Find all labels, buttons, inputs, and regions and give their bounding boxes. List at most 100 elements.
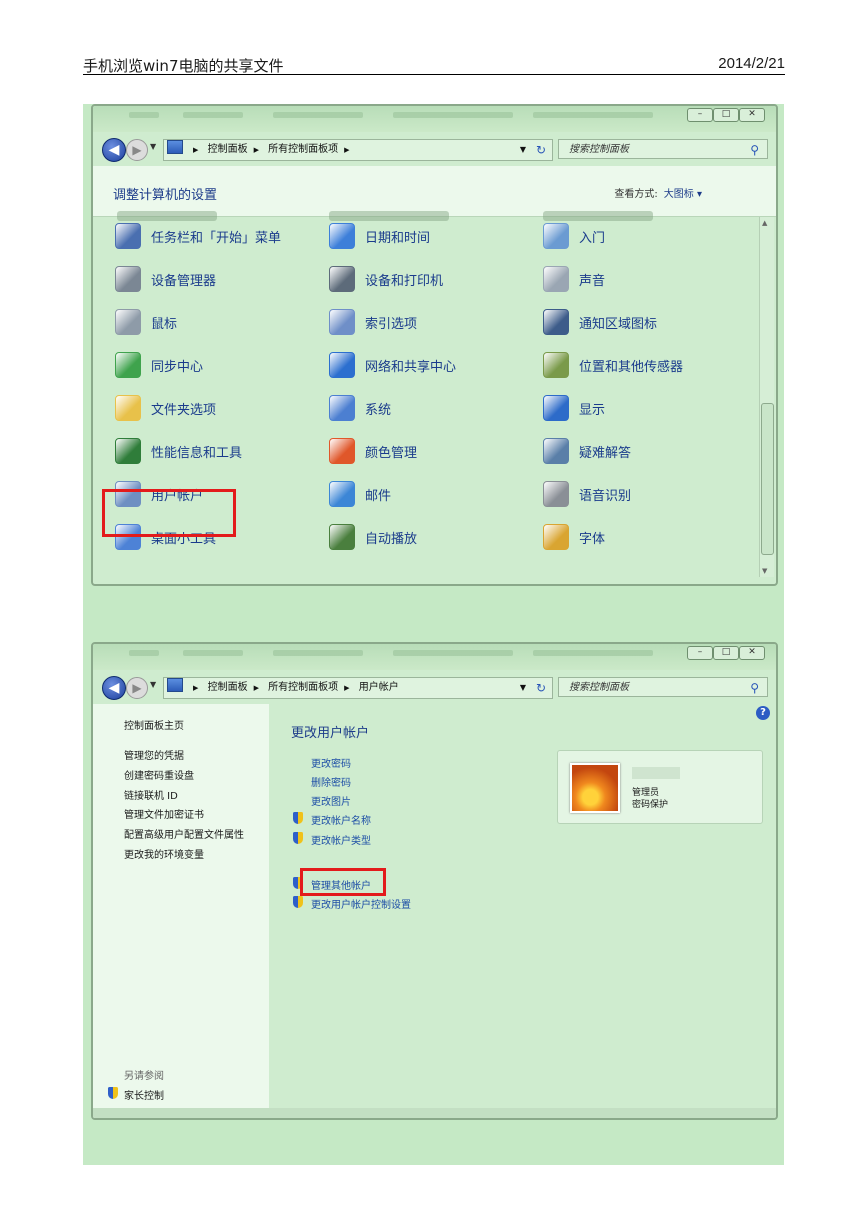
control-panel-item[interactable]: 鼠标 bbox=[115, 307, 177, 337]
control-panel-item[interactable]: 声音 bbox=[543, 264, 605, 294]
search-input[interactable]: 搜索控制面板 ⚲ bbox=[558, 139, 768, 159]
control-panel-item-icon bbox=[543, 223, 569, 249]
refresh-icon[interactable]: ↻ bbox=[536, 678, 546, 698]
control-panel-item[interactable]: 显示 bbox=[543, 393, 605, 423]
control-panel-item-icon bbox=[115, 223, 141, 249]
parental-controls-link[interactable]: 家长控制 bbox=[124, 1087, 164, 1102]
header-strip: 调整计算机的设置 查看方式: 大图标 ▾ bbox=[93, 166, 776, 217]
search-input[interactable]: 搜索控制面板 ⚲ bbox=[558, 677, 768, 697]
breadcrumb-all-items[interactable]: 所有控制面板项 bbox=[268, 144, 338, 155]
close-button[interactable]: ✕ bbox=[739, 108, 765, 122]
maximize-button[interactable]: □ bbox=[713, 646, 739, 660]
account-name-blurred bbox=[632, 767, 680, 779]
forward-arrow-icon[interactable]: ▶ bbox=[126, 139, 148, 161]
address-dropdown-icon[interactable]: ▼ bbox=[520, 678, 526, 698]
control-panel-item[interactable]: 性能信息和工具 bbox=[115, 436, 242, 466]
history-dropdown-icon[interactable]: ▼ bbox=[150, 680, 156, 689]
control-panel-item[interactable]: 自动播放 bbox=[329, 522, 417, 552]
control-panel-item[interactable]: 邮件 bbox=[329, 479, 391, 509]
shield-icon bbox=[293, 812, 303, 824]
scroll-thumb[interactable] bbox=[761, 403, 774, 555]
control-panel-item-icon bbox=[329, 524, 355, 550]
control-panel-item-icon bbox=[329, 481, 355, 507]
sidebar: 控制面板主页 管理您的凭据 创建密码重设盘 链接联机 ID 管理文件加密证书 配… bbox=[93, 704, 269, 1118]
highlight-manage-other-accounts bbox=[300, 868, 386, 896]
history-dropdown-icon[interactable]: ▼ bbox=[150, 142, 156, 151]
minimize-button[interactable]: – bbox=[687, 108, 713, 122]
title-bar: – □ ✕ bbox=[93, 106, 776, 132]
forward-arrow-icon[interactable]: ▶ bbox=[126, 677, 148, 699]
control-panel-item[interactable]: 位置和其他传感器 bbox=[543, 350, 683, 380]
maximize-button[interactable]: □ bbox=[713, 108, 739, 122]
help-icon[interactable]: ? bbox=[756, 706, 770, 720]
shield-icon bbox=[293, 832, 303, 844]
control-panel-item-label: 任务栏和「开始」菜单 bbox=[151, 230, 282, 246]
search-icon[interactable]: ⚲ bbox=[750, 140, 759, 160]
breadcrumb-control-panel[interactable]: 控制面板 bbox=[208, 144, 248, 155]
scroll-down-icon[interactable]: ▼ bbox=[762, 567, 767, 575]
control-panel-item[interactable]: 日期和时间 bbox=[329, 221, 430, 251]
control-panel-item[interactable]: 系统 bbox=[329, 393, 391, 423]
sidebar-link-credentials[interactable]: 管理您的凭据 bbox=[124, 747, 184, 762]
control-panel-item[interactable]: 设备和打印机 bbox=[329, 264, 443, 294]
control-panel-item[interactable]: 通知区域图标 bbox=[543, 307, 657, 337]
view-by-dropdown[interactable]: 大图标 ▾ bbox=[664, 189, 702, 200]
scroll-up-icon[interactable]: ▲ bbox=[762, 219, 767, 227]
control-panel-item-icon bbox=[115, 395, 141, 421]
control-panel-item-label: 设备管理器 bbox=[151, 273, 217, 289]
change-account-name-link[interactable]: 更改帐户名称 bbox=[311, 812, 371, 827]
vertical-scrollbar[interactable]: ▲ ▼ bbox=[759, 217, 774, 577]
document-header: 手机浏览win7电脑的共享文件 2014/2/21 bbox=[83, 55, 785, 75]
control-panel-item[interactable]: 颜色管理 bbox=[329, 436, 417, 466]
search-icon[interactable]: ⚲ bbox=[750, 678, 759, 698]
control-panel-item[interactable]: 字体 bbox=[543, 522, 605, 552]
control-panel-item[interactable]: 网络和共享中心 bbox=[329, 350, 456, 380]
control-panel-item[interactable]: 同步中心 bbox=[115, 350, 203, 380]
control-panel-item[interactable]: 任务栏和「开始」菜单 bbox=[115, 221, 281, 251]
control-panel-item[interactable]: 索引选项 bbox=[329, 307, 417, 337]
minimize-button[interactable]: – bbox=[687, 646, 713, 660]
control-panel-item[interactable]: 设备管理器 bbox=[115, 264, 216, 294]
breadcrumb-control-panel[interactable]: 控制面板 bbox=[208, 682, 248, 693]
navigation-bar: ◀ ▶ ▼ ▶ 控制面板 ▶ 所有控制面板项 ▶ ▼ ↻ 搜索控制面板 ⚲ bbox=[93, 134, 776, 166]
control-panel-item[interactable]: 文件夹选项 bbox=[115, 393, 216, 423]
sidebar-home-link[interactable]: 控制面板主页 bbox=[124, 717, 184, 732]
sidebar-link-profile-properties[interactable]: 配置高级用户配置文件属性 bbox=[124, 826, 244, 841]
control-panel-item-icon bbox=[543, 524, 569, 550]
back-arrow-icon[interactable]: ◀ bbox=[102, 138, 126, 162]
breadcrumb-all-items[interactable]: 所有控制面板项 bbox=[268, 682, 338, 693]
control-panel-item[interactable]: 语音识别 bbox=[543, 479, 631, 509]
change-password-link[interactable]: 更改密码 bbox=[311, 755, 351, 770]
control-panel-item-icon bbox=[329, 395, 355, 421]
control-panel-item-label: 声音 bbox=[579, 273, 606, 289]
avatar[interactable] bbox=[570, 763, 620, 813]
page-title: 调整计算机的设置 bbox=[113, 188, 218, 203]
sidebar-link-reset-disk[interactable]: 创建密码重设盘 bbox=[124, 767, 194, 782]
sidebar-link-environment-variables[interactable]: 更改我的环境变量 bbox=[124, 846, 204, 861]
remove-password-link[interactable]: 删除密码 bbox=[311, 774, 351, 789]
control-panel-item-label: 疑难解答 bbox=[579, 445, 632, 461]
breadcrumb-user-accounts[interactable]: 用户帐户 bbox=[359, 682, 399, 693]
control-panel-item-label: 颜色管理 bbox=[365, 445, 418, 461]
sidebar-link-online-id[interactable]: 链接联机 ID bbox=[124, 787, 178, 802]
uac-settings-link[interactable]: 更改用户帐户控制设置 bbox=[311, 896, 411, 911]
sidebar-link-encryption-certs[interactable]: 管理文件加密证书 bbox=[124, 806, 204, 821]
control-panel-item-label: 设备和打印机 bbox=[365, 273, 444, 289]
highlight-user-accounts bbox=[102, 489, 236, 537]
address-bar[interactable]: ▶ 控制面板 ▶ 所有控制面板项 ▶ 用户帐户 ▼ ↻ bbox=[163, 677, 553, 699]
control-panel-item[interactable]: 疑难解答 bbox=[543, 436, 631, 466]
change-account-type-link[interactable]: 更改帐户类型 bbox=[311, 832, 371, 847]
search-placeholder: 搜索控制面板 bbox=[569, 682, 629, 693]
address-bar[interactable]: ▶ 控制面板 ▶ 所有控制面板项 ▶ ▼ ↻ bbox=[163, 139, 553, 161]
change-picture-link[interactable]: 更改图片 bbox=[311, 793, 351, 808]
control-panel-item-icon bbox=[329, 266, 355, 292]
control-panel-item-icon bbox=[329, 352, 355, 378]
control-panel-item[interactable]: 入门 bbox=[543, 221, 605, 251]
refresh-icon[interactable]: ↻ bbox=[536, 140, 546, 160]
close-button[interactable]: ✕ bbox=[739, 646, 765, 660]
control-panel-item-icon bbox=[543, 352, 569, 378]
back-arrow-icon[interactable]: ◀ bbox=[102, 676, 126, 700]
control-panel-item-icon bbox=[115, 266, 141, 292]
address-dropdown-icon[interactable]: ▼ bbox=[520, 140, 526, 160]
account-status: 密码保护 bbox=[632, 800, 669, 810]
